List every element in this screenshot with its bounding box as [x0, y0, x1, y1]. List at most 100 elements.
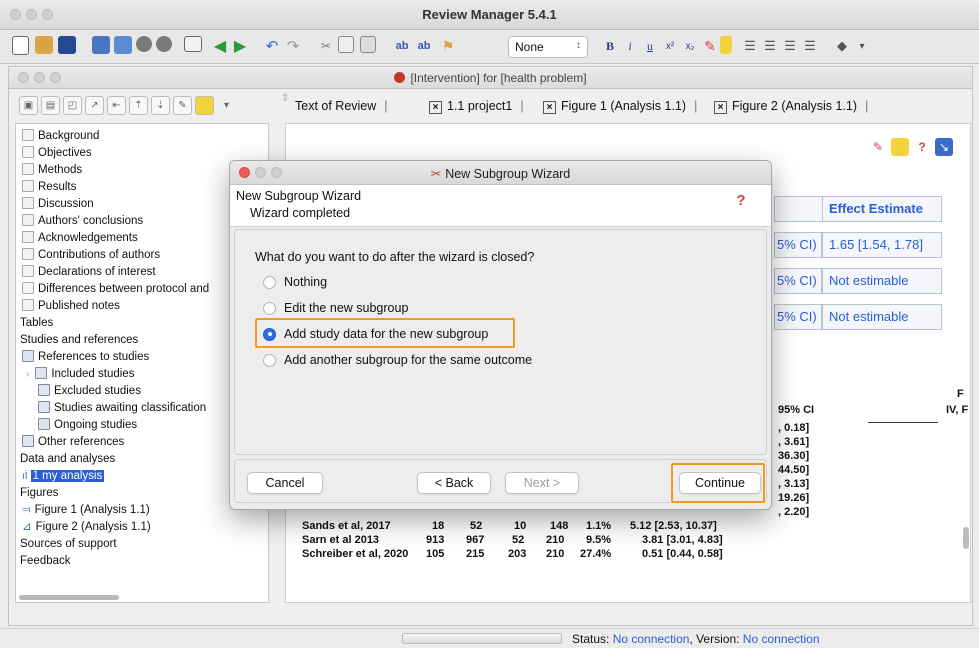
superscript-icon[interactable]: x² [660, 36, 680, 56]
outdent-icon[interactable]: ☰ [780, 36, 800, 56]
outline-tool-9-icon[interactable] [195, 96, 214, 115]
status-value[interactable]: No connection [613, 632, 690, 646]
outline-more-icon[interactable]: ▾ [217, 96, 236, 115]
option-edit-subgroup[interactable]: Edit the new subgroup [263, 298, 408, 318]
edit-icon[interactable]: ✎ [869, 138, 887, 156]
properties-icon[interactable] [891, 138, 909, 156]
table-row[interactable]: Sands et al, 2017 18 52 10 148 1.1% 5.12 [2.53… [302, 520, 862, 534]
tab-close-icon[interactable]: × [543, 101, 556, 114]
record-right-icon[interactable] [156, 36, 172, 52]
back-arrow-icon[interactable]: ◀ [210, 36, 230, 56]
tab-figure-2[interactable]: × Figure 2 (Analysis 1.1) | [714, 99, 868, 114]
radio-button[interactable] [263, 353, 276, 367]
tree-item-results[interactable]: Results [22, 179, 76, 196]
effect-value-2[interactable]: Not estimable [822, 268, 942, 294]
tree-item-other-references[interactable]: Other references [22, 434, 124, 451]
undo-icon[interactable]: ↶ [262, 36, 282, 56]
tree-item-authors-conclusions[interactable]: Authors' conclusions [22, 213, 143, 230]
more-dropdown-icon[interactable]: ▾ [852, 36, 872, 56]
table-row[interactable]: Schreiber et al, 2020 105 215 203 210 27.4% 0.… [302, 548, 862, 562]
paragraph-style-select[interactable]: None ↕ [508, 36, 588, 58]
tree-item-published-notes[interactable]: Published notes [22, 298, 120, 315]
version-value[interactable]: No connection [743, 632, 820, 646]
tree-item-acknowledgements[interactable]: Acknowledgements [22, 230, 138, 247]
cut-icon[interactable]: ✂ [316, 36, 336, 56]
tree-item-feedback[interactable]: Feedback [20, 553, 71, 570]
forest-plot-tool-icon[interactable]: ↘ [935, 138, 953, 156]
bold-icon[interactable]: B [600, 36, 620, 56]
content-vertical-scrollbar[interactable] [963, 527, 969, 549]
tree-item-contributions[interactable]: Contributions of authors [22, 247, 160, 264]
tab-close-icon[interactable]: × [429, 101, 442, 114]
open-folder-icon[interactable] [35, 36, 53, 54]
tab-close-icon[interactable]: × [714, 101, 727, 114]
record-left-icon[interactable] [136, 36, 152, 52]
new-file-icon[interactable] [12, 36, 29, 55]
tree-item-tables[interactable]: Tables [20, 315, 53, 332]
outline-tool-6-icon[interactable]: ⇡ [129, 96, 148, 115]
tree-item-declarations[interactable]: Declarations of interest [22, 264, 156, 281]
tab-project1[interactable]: × 1.1 project1 | [429, 99, 524, 114]
outline-tool-1-icon[interactable]: ▣ [19, 96, 38, 115]
bullet-list-icon[interactable]: ☰ [740, 36, 760, 56]
tree-item-ongoing-studies[interactable]: Ongoing studies [38, 417, 137, 434]
help-icon[interactable]: ? [733, 192, 749, 210]
import-icon[interactable] [114, 36, 132, 54]
tree-item-awaiting-classification[interactable]: Studies awaiting classification [38, 400, 206, 417]
tree-item-figure-1[interactable]: ⫤ Figure 1 (Analysis 1.1) [22, 502, 150, 519]
tree-item-differences[interactable]: Differences between protocol and [22, 281, 209, 298]
outline-tool-2-icon[interactable]: ▤ [41, 96, 60, 115]
find-icon[interactable]: ⚑ [438, 36, 458, 56]
next-button[interactable]: Next > [505, 472, 579, 494]
option-add-another-subgroup[interactable]: Add another subgroup for the same outcom… [263, 350, 532, 370]
save-icon[interactable] [58, 36, 76, 54]
print-icon[interactable] [184, 36, 202, 52]
outline-tool-8-icon[interactable]: ✎ [173, 96, 192, 115]
tab-figure-1[interactable]: × Figure 1 (Analysis 1.1) | [543, 99, 697, 114]
tab-scroll-icon[interactable]: ⇕ [281, 93, 289, 104]
tree-item-studies-and-references[interactable]: Studies and references [20, 332, 138, 349]
expand-chevron-icon[interactable]: › [26, 369, 29, 380]
outline-tool-5-icon[interactable]: ⇤ [107, 96, 126, 115]
home-icon[interactable] [92, 36, 110, 54]
radio-button[interactable] [263, 301, 276, 315]
subscript-icon[interactable]: x₂ [680, 36, 700, 56]
effect-value-3[interactable]: Not estimable [822, 304, 942, 330]
effect-value-1[interactable]: 1.65 [1.54, 1.78] [822, 232, 942, 258]
copy-icon[interactable] [338, 36, 354, 53]
tree-item-methods[interactable]: Methods [22, 162, 82, 179]
numbered-list-icon[interactable]: ☰ [760, 36, 780, 56]
tree-item-references-to-studies[interactable]: References to studies [22, 349, 149, 366]
tab-text-of-review[interactable]: Text of Review | [295, 99, 388, 113]
italic-icon[interactable]: i [620, 36, 640, 56]
tree-item-background[interactable]: Background [22, 128, 99, 145]
spellcheck-options-icon[interactable]: ab [414, 36, 434, 56]
outline-tool-3-icon[interactable]: ◰ [63, 96, 82, 115]
forward-arrow-icon[interactable]: ▶ [230, 36, 250, 56]
tag-icon[interactable]: ◆ [832, 36, 852, 56]
tree-item-excluded-studies[interactable]: Excluded studies [38, 383, 141, 400]
indent-icon[interactable]: ☰ [800, 36, 820, 56]
outline-tool-7-icon[interactable]: ⇣ [151, 96, 170, 115]
redo-icon[interactable]: ↷ [283, 36, 303, 56]
tree-item-objectives[interactable]: Objectives [22, 145, 92, 162]
tree-item-my-analysis[interactable]: ıİ 1 my analysis [22, 468, 105, 485]
paste-icon[interactable] [360, 36, 376, 53]
tree-item-data-and-analyses[interactable]: Data and analyses [20, 451, 115, 468]
tree-item-included-studies[interactable]: › Included studies [26, 366, 134, 383]
option-nothing[interactable]: Nothing [263, 272, 327, 292]
outline-tool-4-icon[interactable]: ↗ [85, 96, 104, 115]
tree-item-figure-2[interactable]: ⊿ Figure 2 (Analysis 1.1) [22, 519, 151, 536]
highlight-color-icon[interactable] [720, 36, 732, 54]
outline-scrollbar[interactable] [19, 595, 119, 600]
tree-item-discussion[interactable]: Discussion [22, 196, 94, 213]
cancel-button[interactable]: Cancel [247, 472, 323, 494]
tree-item-figures[interactable]: Figures [20, 485, 58, 502]
radio-button[interactable] [263, 275, 276, 289]
underline-icon[interactable]: u [640, 36, 660, 56]
tree-item-sources-of-support[interactable]: Sources of support [20, 536, 117, 553]
highlight-pen-icon[interactable]: ✎ [700, 36, 720, 56]
help-icon[interactable]: ? [913, 138, 931, 156]
back-button[interactable]: < Back [417, 472, 491, 494]
spellcheck-icon[interactable]: ab [392, 36, 412, 56]
